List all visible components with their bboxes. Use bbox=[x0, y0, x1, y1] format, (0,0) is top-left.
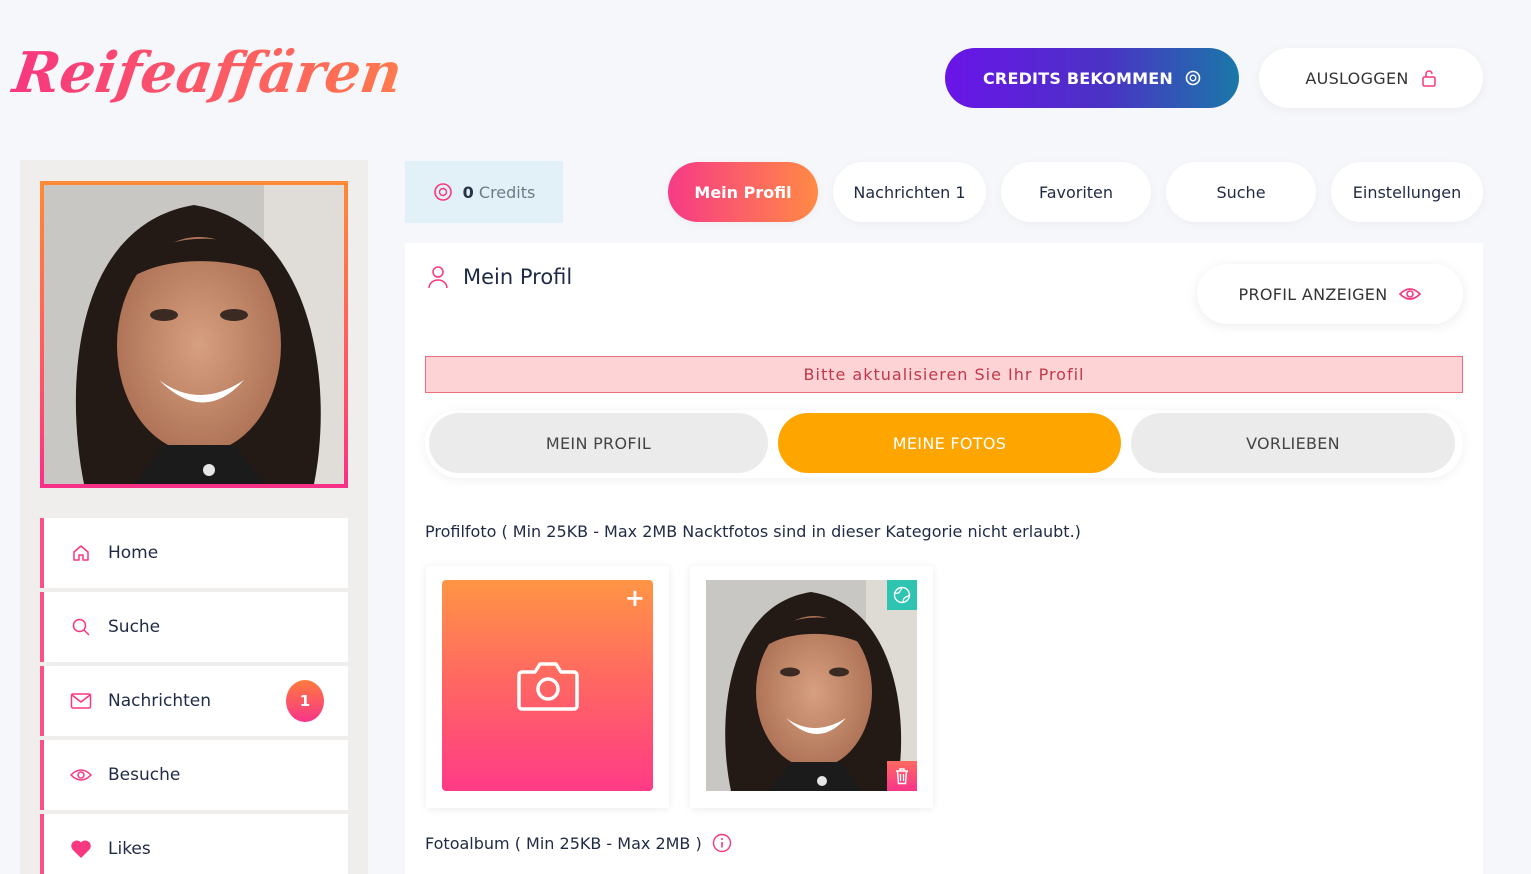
view-profile-label: PROFIL ANZEIGEN bbox=[1238, 284, 1388, 304]
tab-mein-profil[interactable]: Mein Profil bbox=[668, 162, 818, 222]
lock-icon bbox=[1421, 70, 1436, 87]
home-icon bbox=[70, 542, 92, 564]
profile-avatar-frame bbox=[40, 181, 348, 488]
logout-label: AUSLOGGEN bbox=[1305, 68, 1409, 88]
get-credits-label: CREDITS BEKOMMEN bbox=[982, 68, 1173, 88]
profile-photo-section-label: Profilfoto ( Min 25KB - Max 2MB Nacktfot… bbox=[425, 522, 1081, 541]
sidebar-item-home[interactable]: Home bbox=[40, 518, 348, 588]
delete-photo-button[interactable] bbox=[887, 761, 917, 791]
tab-einstellungen[interactable]: Einstellungen bbox=[1331, 162, 1483, 222]
coin-icon bbox=[433, 183, 452, 201]
update-profile-alert: Bitte aktualisieren Sie Ihr Profil bbox=[425, 356, 1463, 393]
sidebar-item-suche[interactable]: Suche bbox=[40, 592, 348, 662]
tab-suche[interactable]: Suche bbox=[1166, 162, 1316, 222]
upload-photo-card[interactable]: + bbox=[426, 566, 669, 808]
unread-badge: 1 bbox=[286, 680, 324, 722]
page-title-text: Mein Profil bbox=[463, 265, 573, 289]
info-icon[interactable] bbox=[712, 833, 732, 853]
heart-icon bbox=[70, 838, 92, 860]
plus-icon: + bbox=[624, 584, 645, 612]
profile-photo-label: Profilfoto ( Min 25KB - Max 2MB Nacktfot… bbox=[425, 522, 1081, 541]
camera-icon bbox=[516, 661, 579, 711]
get-credits-button[interactable]: CREDITS BEKOMMEN bbox=[945, 48, 1239, 108]
sidebar-item-label: Likes bbox=[108, 839, 151, 859]
sidebar-item-besuche[interactable]: Besuche bbox=[40, 740, 348, 810]
credits-balance[interactable]: 0 Credits bbox=[405, 161, 563, 223]
tab-label: Favoriten bbox=[1038, 182, 1114, 202]
profile-photo-image bbox=[706, 580, 917, 791]
mail-icon bbox=[70, 690, 92, 712]
eye-icon bbox=[70, 764, 92, 786]
tab-meine-fotos[interactable]: MEINE FOTOS bbox=[778, 413, 1121, 473]
tab-favoriten[interactable]: Favoriten bbox=[1001, 162, 1151, 222]
globe-icon bbox=[893, 586, 911, 604]
credits-count: 0 bbox=[462, 182, 474, 202]
album-section-label: Fotoalbum ( Min 25KB - Max 2MB ) bbox=[425, 833, 732, 853]
search-icon bbox=[70, 616, 92, 638]
sidebar-item-label: Besuche bbox=[108, 765, 181, 785]
tab-label: Nachrichten 1 bbox=[853, 182, 966, 202]
tab-label: Mein Profil bbox=[694, 182, 792, 202]
trash-icon bbox=[896, 768, 908, 785]
tab-label: MEINE FOTOS bbox=[892, 433, 1007, 453]
coin-icon bbox=[1185, 70, 1201, 86]
sidebar-item-label: Nachrichten bbox=[108, 691, 211, 711]
sidebar-item-nachrichten[interactable]: Nachrichten 1 bbox=[40, 666, 348, 736]
logout-button[interactable]: AUSLOGGEN bbox=[1259, 48, 1483, 108]
view-profile-button[interactable]: PROFIL ANZEIGEN bbox=[1197, 264, 1463, 324]
tab-label: Suche bbox=[1216, 182, 1266, 202]
eye-icon bbox=[1399, 288, 1422, 300]
profile-photo-thumbnail[interactable] bbox=[706, 580, 917, 791]
sidebar-item-label: Suche bbox=[108, 617, 161, 637]
sidebar: Home Suche Nachrichten 1 Besuche Likes bbox=[20, 160, 368, 874]
sidebar-item-likes[interactable]: Likes bbox=[40, 814, 348, 874]
profile-photo-card bbox=[690, 566, 933, 808]
page-title: Mein Profil bbox=[427, 265, 572, 289]
tab-label: VORLIEBEN bbox=[1246, 433, 1340, 453]
tab-label: MEIN PROFIL bbox=[545, 433, 652, 453]
credits-label: Credits bbox=[478, 182, 536, 202]
upload-photo-button[interactable]: + bbox=[442, 580, 653, 791]
tab-nachrichten[interactable]: Nachrichten 1 bbox=[833, 162, 986, 222]
profile-tabs: MEIN PROFIL MEINE FOTOS VORLIEBEN bbox=[425, 410, 1463, 478]
tab-label: Einstellungen bbox=[1352, 182, 1462, 202]
main-panel: Mein Profil PROFIL ANZEIGEN Bitte aktual… bbox=[405, 243, 1483, 874]
tab-mein-profil-sub[interactable]: MEIN PROFIL bbox=[429, 413, 768, 473]
avatar[interactable] bbox=[44, 185, 344, 484]
sidebar-item-label: Home bbox=[108, 543, 159, 563]
alert-text: Bitte aktualisieren Sie Ihr Profil bbox=[803, 365, 1085, 384]
album-label: Fotoalbum ( Min 25KB - Max 2MB ) bbox=[425, 833, 702, 853]
tab-vorlieben[interactable]: VORLIEBEN bbox=[1131, 413, 1455, 473]
brand-logo[interactable]: Reifeaffären bbox=[7, 28, 406, 124]
user-icon bbox=[428, 266, 448, 289]
svg-text:Reifeaffären: Reifeaffären bbox=[7, 40, 406, 106]
public-toggle-button[interactable] bbox=[887, 580, 917, 610]
